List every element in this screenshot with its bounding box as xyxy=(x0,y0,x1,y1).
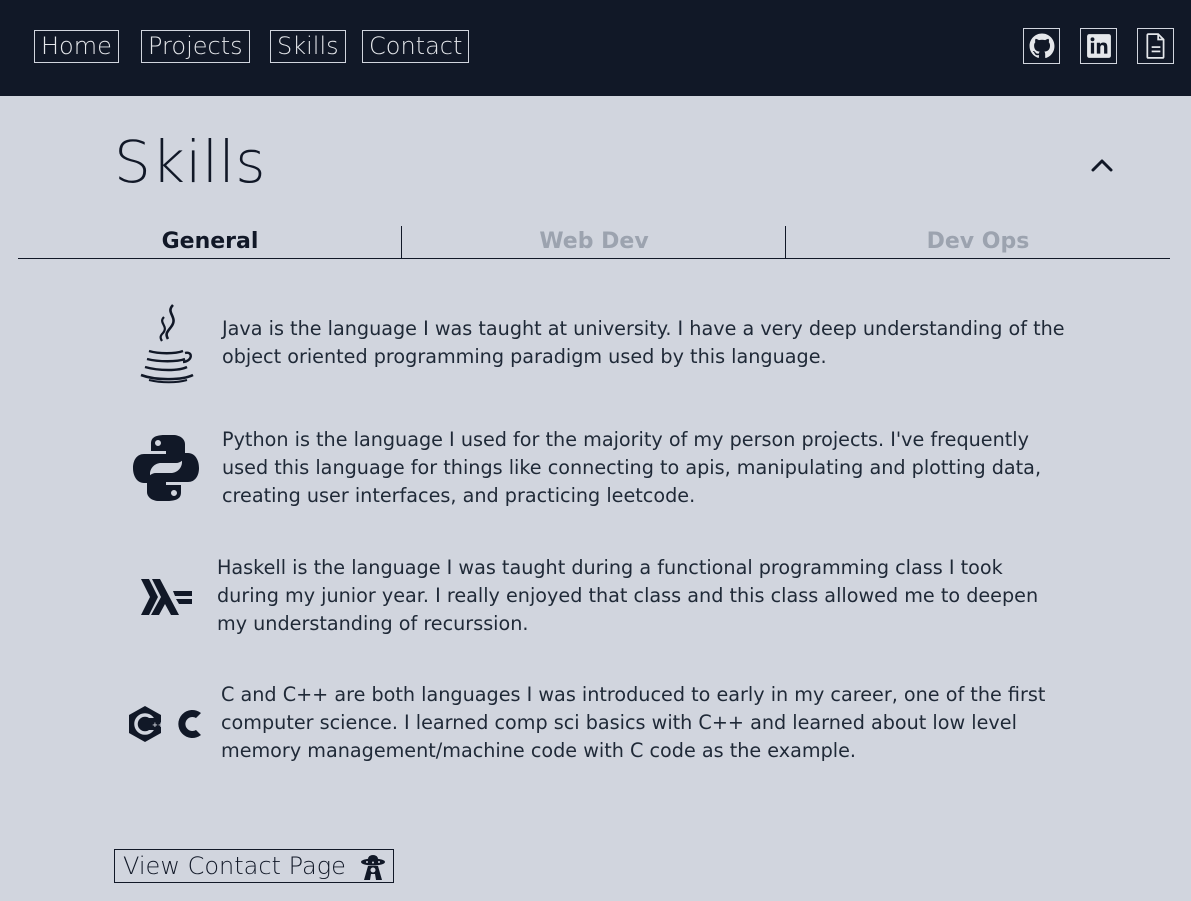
cta-label: View Contact Page xyxy=(123,852,346,880)
nav-home-button[interactable]: Home xyxy=(34,30,119,63)
nav-contact-button[interactable]: Contact xyxy=(362,30,470,63)
python-icon xyxy=(130,432,202,504)
linkedin-icon xyxy=(1086,34,1111,58)
nav-projects-button[interactable]: Projects xyxy=(141,30,250,63)
tab-general[interactable]: General xyxy=(18,226,402,258)
view-contact-page-button[interactable]: View Contact Page xyxy=(114,849,394,883)
svg-text:++: ++ xyxy=(152,721,164,729)
ufo-alien-icon xyxy=(360,853,386,887)
nav-skills-button[interactable]: Skills xyxy=(270,30,346,63)
java-icon xyxy=(130,300,202,386)
resume-document-icon xyxy=(1145,33,1164,59)
page-title: Skills xyxy=(114,128,266,196)
skill-java-description: Java is the language I was taught at uni… xyxy=(222,317,1065,368)
top-navigation-bar: Home Projects Skills Contact xyxy=(0,0,1191,96)
haskell-icon xyxy=(138,578,194,616)
github-icon xyxy=(1029,33,1054,59)
skill-python-description: Python is the language I used for the ma… xyxy=(222,428,1042,507)
tab-dev-ops[interactable]: Dev Ops xyxy=(786,226,1170,258)
resume-button[interactable] xyxy=(1137,28,1174,64)
linkedin-button[interactable] xyxy=(1080,28,1117,64)
github-button[interactable] xyxy=(1023,28,1060,64)
chevron-up-icon[interactable] xyxy=(1089,153,1115,179)
skill-haskell-description: Haskell is the language I was taught dur… xyxy=(217,556,1039,635)
c-cpp-icon: ++ xyxy=(126,702,208,746)
skill-c-cpp-description: C and C++ are both languages I was intro… xyxy=(221,683,1046,762)
skills-tabs: General Web Dev Dev Ops xyxy=(18,226,1170,259)
tab-web-dev[interactable]: Web Dev xyxy=(402,226,786,258)
